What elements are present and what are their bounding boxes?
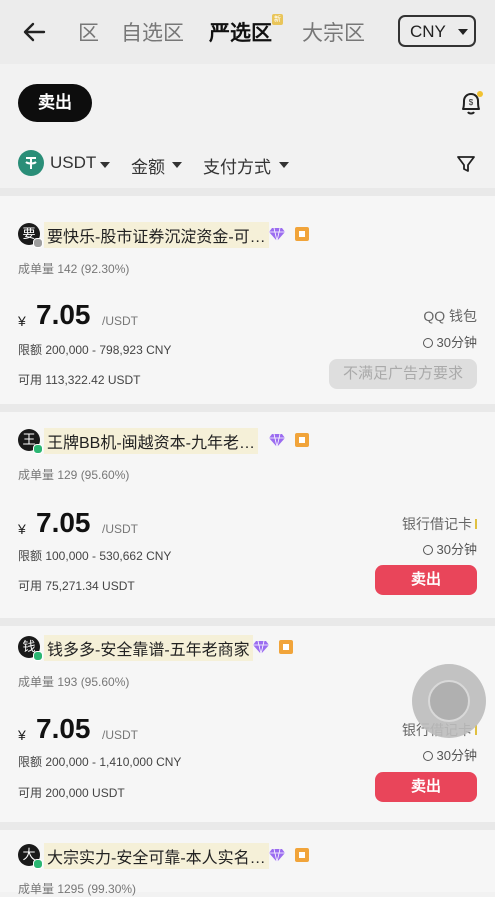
clock-icon xyxy=(422,545,433,555)
payment-time: 30分钟 xyxy=(422,745,477,764)
chevron-down-icon xyxy=(172,162,182,168)
chevron-down-icon xyxy=(100,162,110,168)
sell-button[interactable]: 卖出 xyxy=(375,565,477,595)
currency-symbol: ¥ xyxy=(18,727,26,743)
payment-time: 30分钟 xyxy=(422,332,477,351)
divider xyxy=(0,618,495,626)
currency-label: CNY xyxy=(410,22,446,41)
clock-icon xyxy=(422,751,433,761)
requirement-not-met-button[interactable]: 不满足广告方要求 xyxy=(329,359,477,389)
merchant-name[interactable]: 大宗实力-安全可靠-本人实名… xyxy=(44,843,269,869)
amount-filter[interactable]: 金额 xyxy=(131,153,165,178)
filter-funnel-icon[interactable] xyxy=(456,154,476,174)
sell-button[interactable]: 卖出 xyxy=(375,772,477,802)
diamond-icon xyxy=(269,433,285,448)
diamond-icon xyxy=(253,640,269,655)
price: 7.05 xyxy=(36,713,91,744)
available: 可用 200,000 USDT xyxy=(18,786,125,800)
tab-bulk[interactable]: 大宗区 xyxy=(302,17,365,47)
floating-assist-button[interactable] xyxy=(412,664,486,738)
merchant-name[interactable]: 要快乐-股市证券沉淀资金-可… xyxy=(44,222,269,248)
merchant-avatar[interactable]: 大 xyxy=(18,844,43,869)
filter-bar: USDT 金额 支付方式 xyxy=(0,140,495,188)
shop-badge-icon xyxy=(279,640,293,654)
divider xyxy=(0,822,495,830)
listing-card[interactable]: 大 大宗实力-安全可靠-本人实名… 成单量 1295 (99.30%) xyxy=(0,830,495,896)
top-bar: 区 自选区 严选区 新 大宗区 CNY xyxy=(0,0,495,64)
chevron-down-icon xyxy=(458,29,468,35)
available: 可用 113,322.42 USDT xyxy=(18,373,141,387)
shop-badge-icon xyxy=(295,227,309,241)
listing-card[interactable]: 王 王牌BB机-闽越资本-九年老… 成单量 129 (95.60%) ¥ 7.0… xyxy=(0,412,495,618)
online-status-dot xyxy=(33,859,43,869)
order-count: 成单量 142 (92.30%) xyxy=(18,262,130,276)
price-alert-bell-icon[interactable]: $ xyxy=(457,89,485,117)
merchant-avatar[interactable]: 钱 xyxy=(18,636,43,661)
new-badge: 新 xyxy=(272,14,283,25)
clock-icon xyxy=(422,338,433,348)
merchant-avatar[interactable]: 要 xyxy=(18,223,43,248)
listing-card[interactable]: 要 要快乐-股市证券沉淀资金-可… 成单量 142 (92.30%) ¥ 7.0… xyxy=(0,196,495,404)
sell-mode-button[interactable]: 卖出 xyxy=(18,84,92,122)
currency-symbol: ¥ xyxy=(18,313,26,329)
merchant-name[interactable]: 王牌BB机-闽越资本-九年老… xyxy=(44,428,259,454)
divider xyxy=(0,404,495,412)
tab-district[interactable]: 区 xyxy=(78,17,99,47)
online-status-dot xyxy=(33,651,43,661)
price: 7.05 xyxy=(36,507,91,538)
currency-symbol: ¥ xyxy=(18,521,26,537)
order-count: 成单量 193 (95.60%) xyxy=(18,675,130,689)
usdt-icon xyxy=(18,150,44,176)
offline-status-dot xyxy=(33,238,43,248)
limit: 限额 200,000 - 798,923 CNY xyxy=(18,343,172,357)
price-unit: /USDT xyxy=(102,522,138,536)
price-unit: /USDT xyxy=(102,728,138,742)
diamond-icon xyxy=(269,227,285,242)
payment-filter[interactable]: 支付方式 xyxy=(203,153,271,178)
tab-watchlist[interactable]: 自选区 xyxy=(121,17,184,47)
svg-text:$: $ xyxy=(469,98,474,107)
online-status-dot xyxy=(33,444,43,454)
payment-method: QQ 钱包 xyxy=(423,308,477,324)
price: 7.05 xyxy=(36,299,91,330)
currency-selector[interactable]: CNY xyxy=(398,15,476,47)
available: 可用 75,271.34 USDT xyxy=(18,579,135,593)
chevron-down-icon xyxy=(279,162,289,168)
shop-badge-icon xyxy=(295,433,309,447)
back-arrow-icon[interactable] xyxy=(20,18,48,46)
price-unit: /USDT xyxy=(102,314,138,328)
tab-selected[interactable]: 严选区 xyxy=(209,17,272,47)
payment-method: 银行借记卡 xyxy=(402,514,477,534)
limit: 限额 200,000 - 1,410,000 CNY xyxy=(18,755,182,769)
asset-filter[interactable]: USDT xyxy=(50,153,96,173)
merchant-avatar[interactable]: 王 xyxy=(18,429,43,454)
shop-badge-icon xyxy=(295,848,309,862)
payment-time: 30分钟 xyxy=(422,539,477,558)
merchant-name[interactable]: 钱多多-安全靠谱-五年老商家 xyxy=(44,635,253,661)
order-count: 成单量 1295 (99.30%) xyxy=(18,882,137,896)
divider xyxy=(0,188,495,196)
order-count: 成单量 129 (95.60%) xyxy=(18,468,130,482)
diamond-icon xyxy=(269,848,285,863)
limit: 限额 100,000 - 530,662 CNY xyxy=(18,549,172,563)
